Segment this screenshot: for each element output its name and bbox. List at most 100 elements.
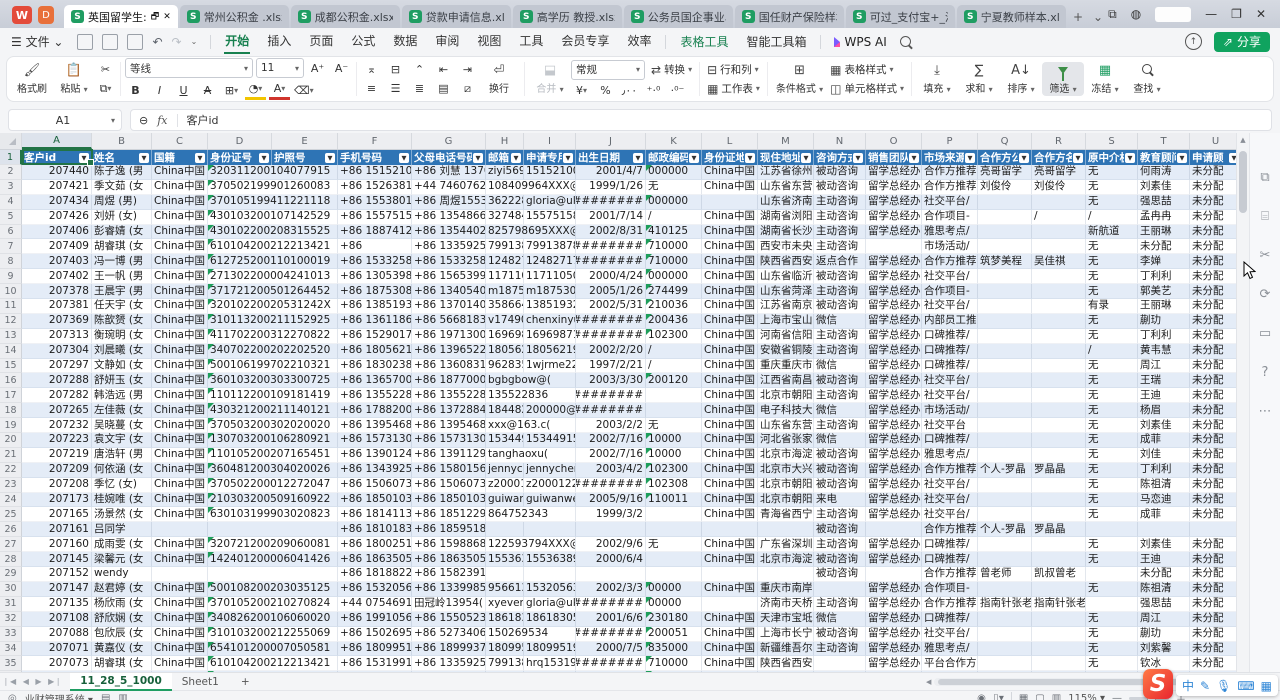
table-cell[interactable]: 未分配 (1190, 180, 1236, 195)
table-cell[interactable]: 口碑推荐/ (922, 359, 978, 374)
status-app-icon[interactable]: ◎ (8, 693, 17, 700)
table-cell[interactable]: 153449155 (524, 433, 576, 448)
table-cell[interactable]: 市场活动/ (922, 239, 978, 254)
table-cell[interactable]: 梁馨元 (女 (92, 552, 152, 567)
table-cell[interactable] (978, 507, 1032, 522)
table-cell[interactable] (1032, 388, 1086, 403)
table-cell[interactable]: 207161 (22, 522, 92, 537)
font-size-select[interactable]: 11▾ (256, 58, 304, 78)
table-cell[interactable]: 留学总经办 (866, 433, 922, 448)
table-cell[interactable]: +86 17882007 (338, 403, 412, 418)
table-cell[interactable]: 207369 (22, 314, 92, 329)
normal-view-icon[interactable]: ▦ (1019, 693, 1028, 700)
row-header-31[interactable]: 31 (0, 597, 22, 612)
table-cell[interactable]: 主动咨询 (814, 537, 866, 552)
table-cell[interactable]: 留学总经办 (866, 448, 922, 463)
table-cell[interactable]: +86 1372884681 (412, 403, 486, 418)
table-cell[interactable]: 310113200211152925 (208, 314, 338, 329)
table-cell[interactable]: 207147 (22, 582, 92, 597)
table-cell[interactable]: wendy (92, 567, 152, 582)
tab-close-icon[interactable]: ✕ (163, 12, 171, 22)
table-cell[interactable]: 207135 (22, 597, 92, 612)
table-cell[interactable]: China中国 (702, 403, 758, 418)
menu-item-数据[interactable]: 数据 (392, 30, 418, 54)
table-cell[interactable]: 济南市天桥 (758, 597, 814, 612)
table-cell[interactable]: 留学总经办 (866, 612, 922, 627)
table-cell[interactable]: China中国 (702, 165, 758, 180)
table-cell[interactable]: 被动咨询 (814, 567, 866, 582)
row-header-3[interactable]: 3 (0, 180, 22, 195)
row-header-21[interactable]: 21 (0, 448, 22, 463)
table-cell[interactable]: 曾老师 (978, 567, 1032, 582)
copy-icon[interactable]: ⧉▾ (95, 80, 116, 97)
table-cell[interactable]: 胡睿琪 (女 (92, 656, 152, 671)
table-cell[interactable]: +86 15152100 (338, 165, 412, 180)
table-cell[interactable]: 丁利利 (1138, 463, 1190, 478)
table-cell[interactable]: +86 56681836 (412, 314, 486, 329)
format-painter-button[interactable]: 🖌 格式刷 (11, 62, 53, 96)
increase-font-icon[interactable]: A⁺ (307, 60, 328, 77)
table-cell[interactable] (1032, 314, 1086, 329)
table-cell[interactable]: 被动咨询 (814, 448, 866, 463)
table-cell[interactable]: 雅思考点/ (922, 448, 978, 463)
workspace-icon[interactable]: ⧉ (1108, 8, 1117, 20)
table-cell[interactable]: 未分配 (1190, 314, 1236, 329)
table-cell[interactable]: 成菲 (1138, 507, 1190, 522)
table-cell[interactable] (978, 299, 1032, 314)
table-cell[interactable]: 周江 (1138, 359, 1190, 374)
table-cell[interactable]: China中国 (152, 507, 208, 522)
table-cell[interactable]: 610104200212213421 (208, 656, 338, 671)
table-cell[interactable]: 主动咨询 (814, 642, 866, 657)
table-cell[interactable]: 留学总经办 (866, 344, 922, 359)
table-cell[interactable]: +86 1859518772( (412, 522, 486, 537)
table-cell[interactable]: 杨欣雨 (女 (92, 597, 152, 612)
table-cell[interactable]: 207313 (22, 329, 92, 344)
table-cell[interactable]: 留学总经办 (866, 195, 922, 210)
table-cell[interactable]: 口碑推荐/ (922, 552, 978, 567)
table-cell[interactable]: 200000@qq( (524, 403, 576, 418)
table-cell[interactable]: 陕西省西安 (758, 254, 814, 269)
table-cell[interactable]: 362228235 (486, 195, 524, 210)
table-cell[interactable]: 未分配 (1138, 567, 1190, 582)
table-cell[interactable]: 102300 (646, 329, 702, 344)
table-cell[interactable]: 未分配 (1190, 642, 1236, 657)
table-cell[interactable]: 360103200303300725 (208, 373, 338, 388)
table-cell[interactable]: 社交平台/ (922, 627, 978, 642)
table-cell[interactable] (978, 403, 1032, 418)
table-cell[interactable]: 微信 (814, 612, 866, 627)
table-header-cell[interactable]: 邮箱▼ (486, 150, 524, 165)
table-cell[interactable]: 王迪 (1138, 552, 1190, 567)
ime-mic-icon[interactable]: 🎙 (1216, 680, 1231, 692)
ime-pen-icon[interactable]: ✎ (1200, 680, 1210, 692)
table-cell[interactable]: 无 (1086, 642, 1138, 657)
table-cell[interactable]: 430103200107142529 (208, 210, 338, 225)
table-cell[interactable]: 130703200106280921 (208, 433, 338, 448)
table-header-cell[interactable]: 教育顾问▼ (1138, 150, 1190, 165)
table-cell[interactable]: 王晨宇 (男 (92, 284, 152, 299)
table-cell[interactable]: tanghaoxu( (486, 448, 576, 463)
table-cell[interactable]: 个人-罗晶 (978, 522, 1032, 537)
table-cell[interactable]: 207219 (22, 448, 92, 463)
table-cell[interactable]: +86 1335925706 (412, 239, 486, 254)
table-cell[interactable]: 未分配 (1138, 239, 1190, 254)
table-cell[interactable]: 合作方推荐 (922, 597, 978, 612)
table-cell[interactable]: China中国 (152, 373, 208, 388)
table-cell[interactable]: 2002/7/16 (576, 433, 646, 448)
table-cell[interactable]: 未分配 (1190, 493, 1236, 508)
table-cell[interactable] (646, 522, 702, 537)
zoom-level[interactable]: 115% ▾ (1068, 693, 1105, 700)
sum-button[interactable]: ∑ 求和 ▾ (958, 62, 1000, 96)
table-cell[interactable]: 被动咨询 (814, 522, 866, 537)
table-cell[interactable]: 留学总经办 (866, 299, 922, 314)
table-cell[interactable]: 未分配 (1190, 418, 1236, 433)
bold-button[interactable]: B (125, 82, 146, 99)
table-cell[interactable]: 罗晶晶 (1032, 522, 1086, 537)
table-cell[interactable]: 胡睿琪 (女 (92, 239, 152, 254)
table-cell[interactable]: 1861830586 (524, 612, 576, 627)
table-cell[interactable]: 未分配 (1190, 612, 1236, 627)
table-cell[interactable] (978, 448, 1032, 463)
table-cell[interactable]: 留学总经办 (866, 627, 922, 642)
table-cell[interactable]: 00000 (646, 597, 702, 612)
table-cell[interactable]: China中国 (702, 254, 758, 269)
table-cell[interactable]: 冯一博 (男 (92, 254, 152, 269)
